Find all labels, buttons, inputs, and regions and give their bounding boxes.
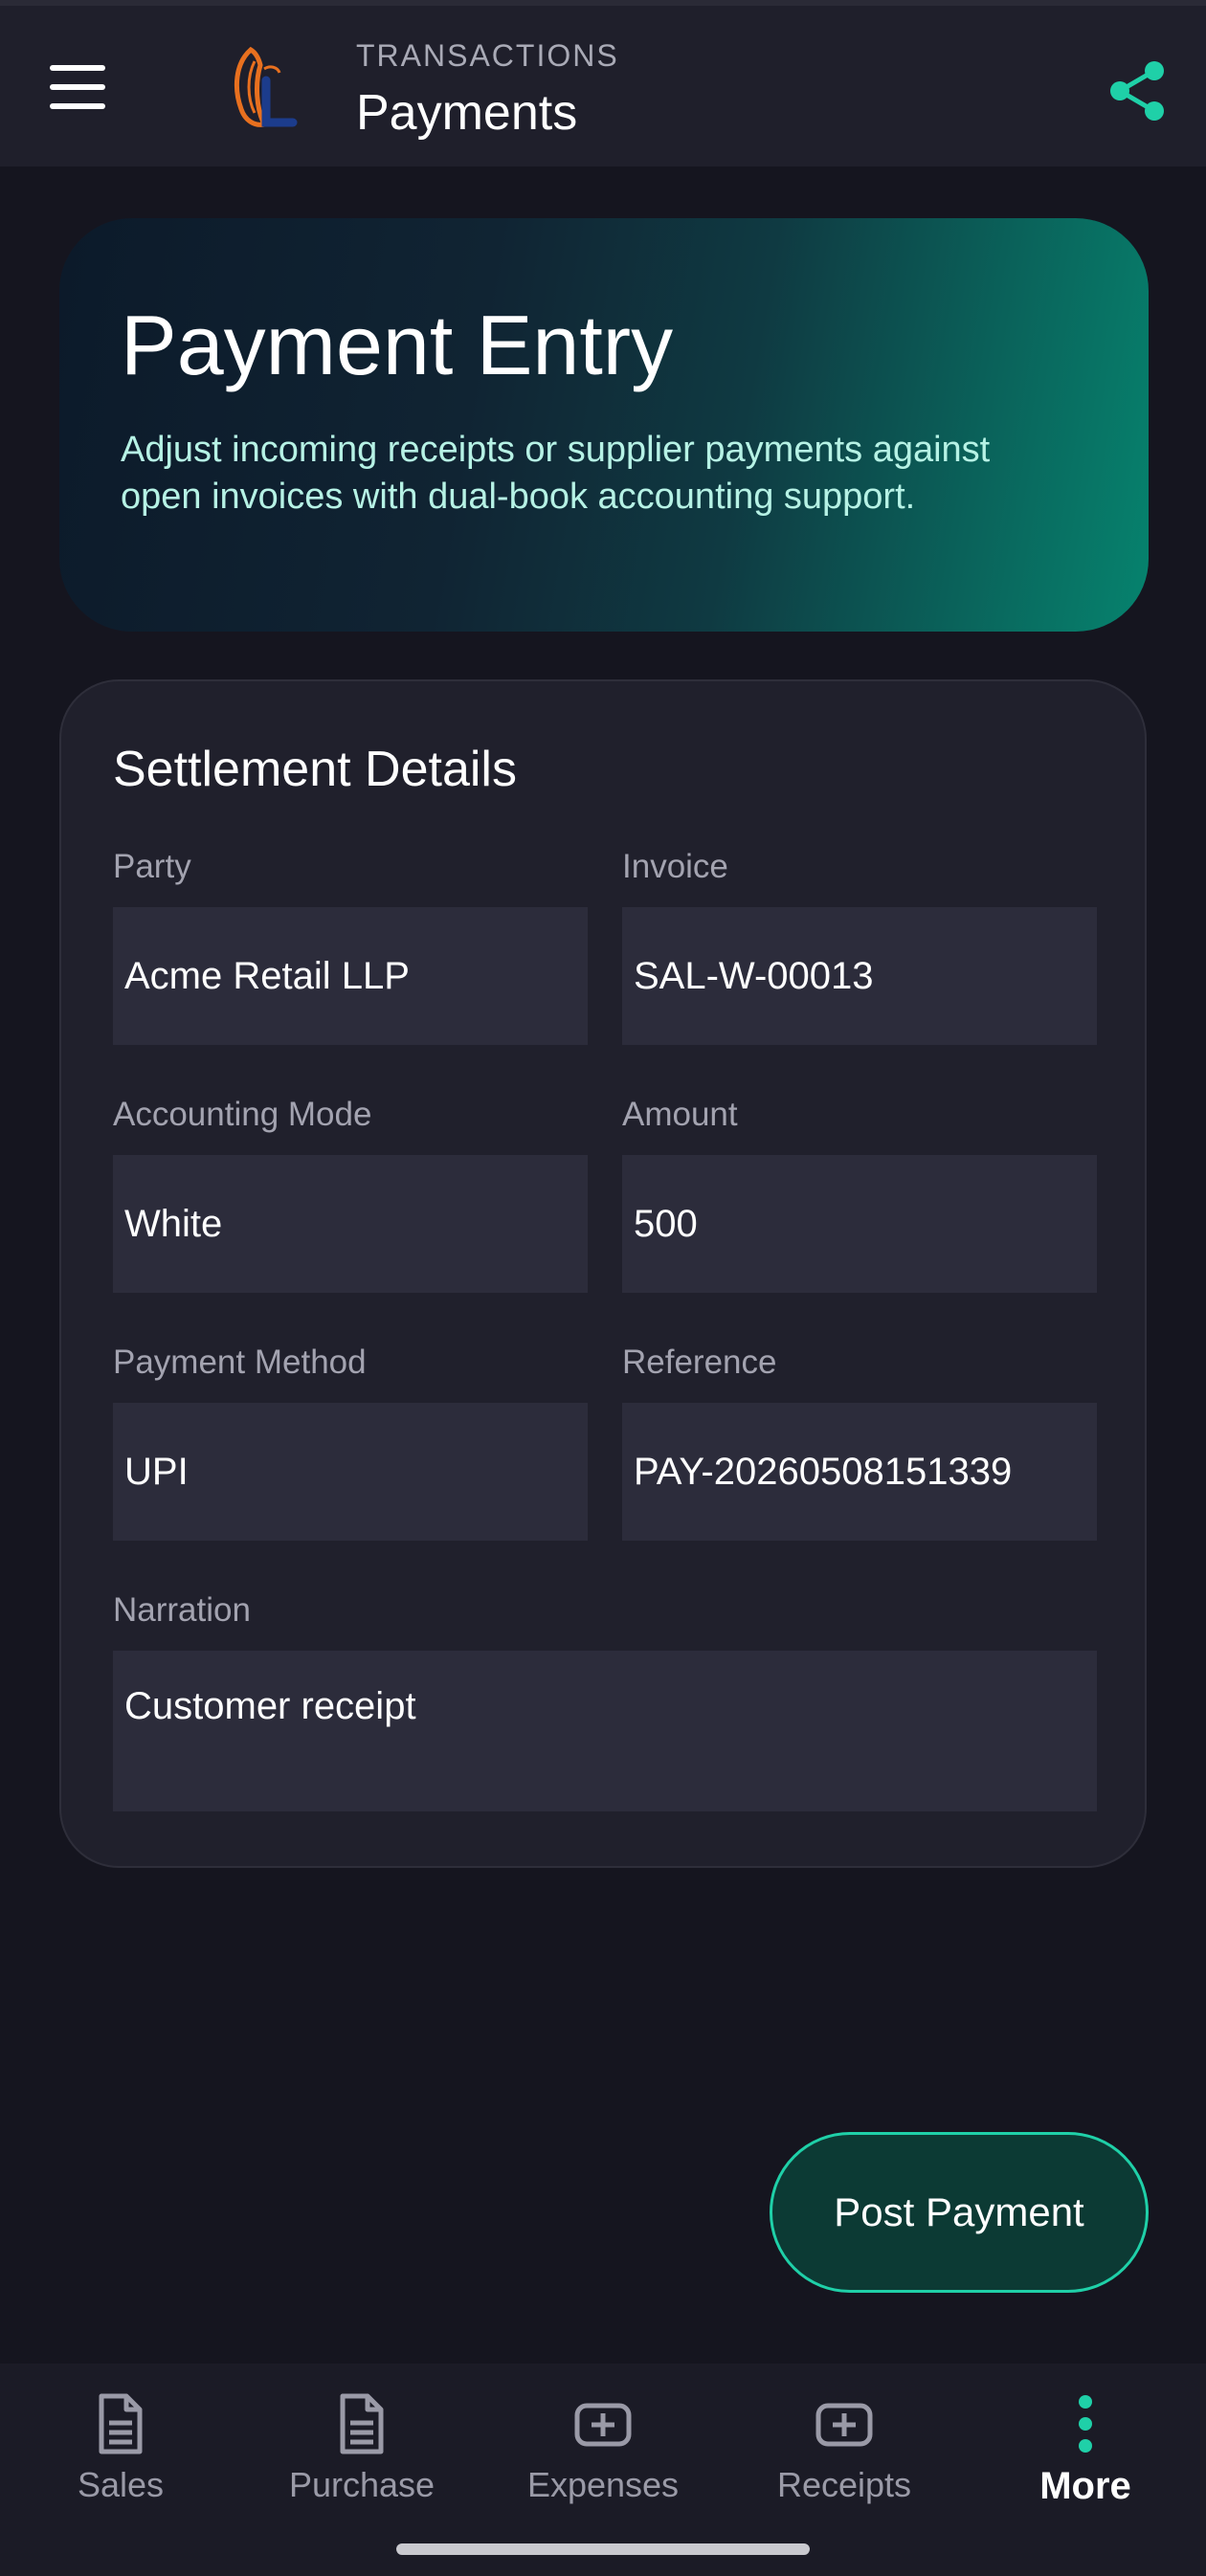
invoice-label: Invoice <box>622 848 728 885</box>
nav-label: Expenses <box>526 2465 680 2504</box>
document-icon <box>99 2393 143 2454</box>
narration-label: Narration <box>113 1591 251 1629</box>
document-icon <box>340 2393 384 2454</box>
reference-label: Reference <box>622 1344 777 1381</box>
nav-label: Receipts <box>776 2465 912 2504</box>
amount-field[interactable]: 500 <box>622 1155 1097 1293</box>
hero-description: Adjust incoming receipts or supplier pay… <box>121 430 991 517</box>
post-payment-button[interactable]: Post Payment <box>770 2132 1149 2293</box>
hero-banner: Payment Entry Adjust incoming receipts o… <box>59 218 1149 632</box>
app-bar-subtitle: TRANSACTIONS <box>356 38 619 73</box>
share-icon[interactable] <box>1108 59 1168 122</box>
payment-method-label: Payment Method <box>113 1344 367 1381</box>
settlement-details-card: Settlement Details Party Acme Retail LLP… <box>59 679 1147 1868</box>
nav-item-sales[interactable]: Sales <box>0 2364 241 2555</box>
home-indicator[interactable] <box>396 2543 810 2555</box>
party-label: Party <box>113 848 191 885</box>
nav-item-receipts[interactable]: Receipts <box>724 2364 965 2555</box>
hero-title: Payment Entry <box>121 298 674 392</box>
hamburger-menu-icon[interactable] <box>50 65 111 109</box>
app-bar: TRANSACTIONS Payments <box>0 6 1206 167</box>
plus-box-icon <box>574 2403 632 2447</box>
nav-label: Sales <box>77 2465 165 2504</box>
plus-box-icon <box>815 2403 873 2447</box>
section-title: Settlement Details <box>113 742 517 797</box>
invoice-field[interactable]: SAL-W-00013 <box>622 907 1097 1045</box>
nav-item-more[interactable]: More <box>965 2364 1206 2555</box>
party-field[interactable]: Acme Retail LLP <box>113 907 588 1045</box>
payment-method-field[interactable]: UPI <box>113 1403 588 1541</box>
nav-item-expenses[interactable]: Expenses <box>482 2364 724 2555</box>
reference-field[interactable]: PAY-20260508151339 <box>622 1403 1097 1541</box>
narration-field[interactable]: Customer receipt <box>113 1651 1097 1811</box>
page-title: Payments <box>356 85 578 141</box>
nav-label: Purchase <box>288 2465 436 2504</box>
nav-label: More <box>1039 2465 1131 2507</box>
amount-label: Amount <box>622 1096 738 1133</box>
more-vertical-icon <box>1079 2395 1092 2453</box>
app-logo-icon <box>234 46 298 127</box>
nav-item-purchase[interactable]: Purchase <box>241 2364 482 2555</box>
accounting-mode-label: Accounting Mode <box>113 1096 372 1133</box>
accounting-mode-field[interactable]: White <box>113 1155 588 1293</box>
